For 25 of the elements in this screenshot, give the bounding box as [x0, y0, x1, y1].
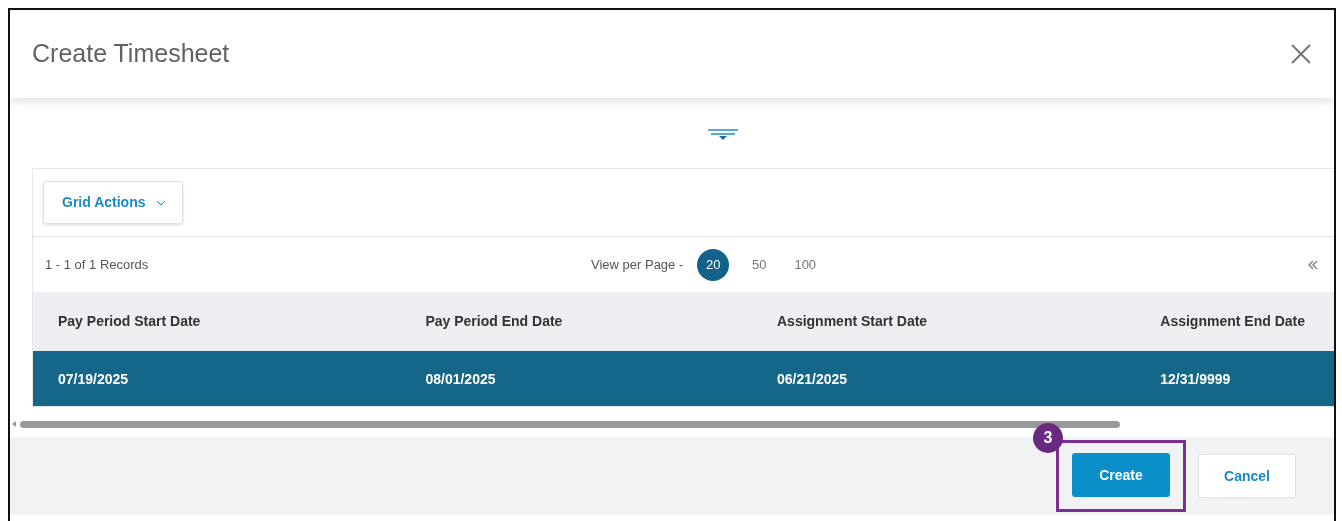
table-row[interactable]: 07/19/2025 08/01/2025 06/21/2025 12/31/9999: [33, 351, 1334, 406]
record-count: 1 - 1 of 1 Records: [45, 255, 149, 274]
close-icon[interactable]: [1290, 43, 1312, 65]
create-button[interactable]: Create: [1072, 453, 1170, 497]
table-cell: 06/21/2025: [777, 370, 848, 387]
double-chevron-left-icon[interactable]: [1308, 259, 1318, 270]
page-size-option[interactable]: 100: [789, 249, 822, 281]
page-size-option[interactable]: 50: [743, 249, 776, 281]
cancel-button[interactable]: Cancel: [1198, 454, 1296, 498]
grid-actions-dropdown[interactable]: Grid Actions: [43, 181, 183, 224]
scrollbar-thumb[interactable]: [20, 420, 1120, 428]
column-header[interactable]: Assignment End Date: [1135, 311, 1334, 332]
chevron-down-icon: [155, 199, 166, 206]
table-cell: 08/01/2025: [425, 370, 496, 387]
view-per-page-label: View per Page -: [591, 256, 684, 275]
dialog-title: Create Timesheet: [32, 38, 230, 70]
page-size-option[interactable]: 20: [697, 249, 730, 281]
step-number-badge: 3: [1033, 423, 1063, 453]
column-header[interactable]: Pay Period End Date: [400, 311, 752, 332]
scroll-left-icon[interactable]: [12, 421, 16, 427]
column-header[interactable]: Assignment Start Date: [752, 311, 1136, 332]
table-cell: 07/19/2025: [58, 370, 129, 387]
filter-icon[interactable]: [708, 128, 738, 142]
column-header[interactable]: Pay Period Start Date: [33, 311, 401, 332]
table-cell: 12/31/9999: [1160, 370, 1231, 387]
